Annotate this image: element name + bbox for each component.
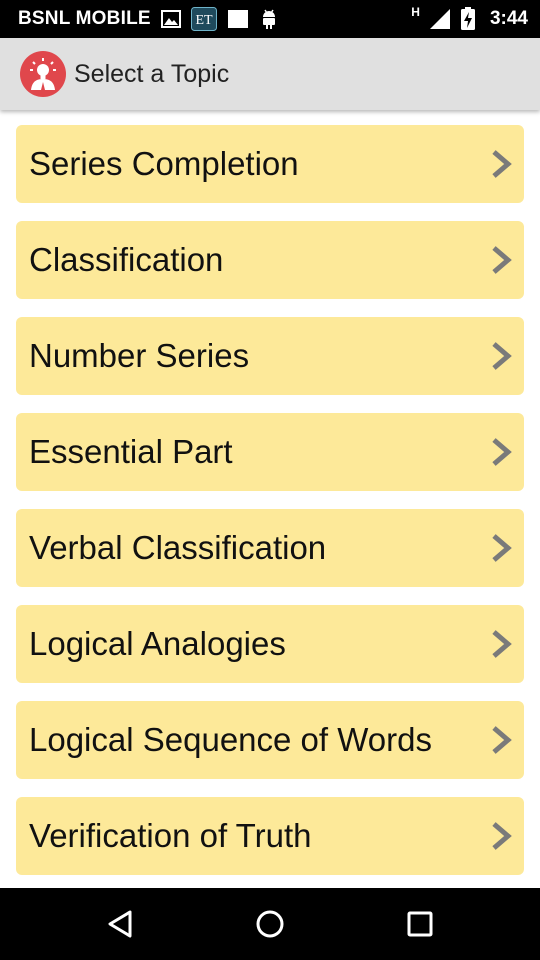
list-item-label: Logical Sequence of Words xyxy=(29,721,432,758)
list-item-label: Series Completion xyxy=(29,145,299,182)
list-item[interactable]: Series Completion xyxy=(16,125,524,203)
navigation-bar xyxy=(0,888,540,960)
chevron-right-icon xyxy=(492,150,512,178)
chevron-right-icon xyxy=(492,822,512,850)
recents-icon[interactable] xyxy=(402,906,438,942)
app-bar: Select a Topic xyxy=(0,38,540,110)
list-item[interactable]: Logical Sequence of Words xyxy=(16,701,524,779)
battery-charging-icon xyxy=(460,7,476,31)
chevron-right-icon xyxy=(492,726,512,754)
et-app-icon: ET xyxy=(190,7,217,31)
list-item-label: Verbal Classification xyxy=(29,529,327,566)
page-title: Select a Topic xyxy=(74,59,230,88)
carrier-name: BSNL MOBILE xyxy=(18,8,151,29)
list-item-label: Classification xyxy=(29,241,224,278)
list-item-label: Essential Part xyxy=(29,433,233,470)
chevron-right-icon xyxy=(492,534,512,562)
home-icon[interactable] xyxy=(252,906,288,942)
list-item[interactable]: Verification of Truth xyxy=(16,797,524,875)
et-badge-text: ET xyxy=(195,13,213,28)
android-icon xyxy=(259,8,279,30)
list-item-label: Logical Analogies xyxy=(29,625,286,662)
lightbulb-person-icon xyxy=(20,51,66,97)
chevron-right-icon xyxy=(492,342,512,370)
list-item[interactable]: Verbal Classification xyxy=(16,509,524,587)
status-clock: 3:44 xyxy=(489,8,528,29)
list-item[interactable]: Logical Analogies xyxy=(16,605,524,683)
back-icon[interactable] xyxy=(102,906,138,942)
signal-icon xyxy=(428,8,452,30)
list-item[interactable]: Essential Part xyxy=(16,413,524,491)
list-item[interactable]: Number Series xyxy=(16,317,524,395)
chevron-right-icon xyxy=(492,630,512,658)
topic-list[interactable]: Series Completion Classification Number … xyxy=(0,110,540,888)
image-icon xyxy=(160,10,181,28)
network-type-indicator: H xyxy=(411,5,420,19)
list-item-label: Number Series xyxy=(29,337,250,374)
list-item-label: Verification of Truth xyxy=(29,817,312,854)
chevron-right-icon xyxy=(492,438,512,466)
chevron-right-icon xyxy=(492,246,512,274)
square-notification-icon xyxy=(227,9,249,29)
list-item[interactable]: Classification xyxy=(16,221,524,299)
status-bar: BSNL MOBILE ET H 3:44 xyxy=(0,0,540,38)
